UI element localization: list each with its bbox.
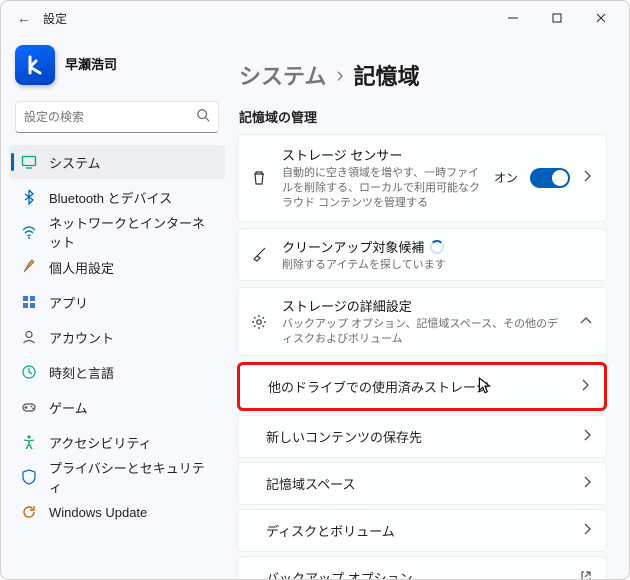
chevron-right-icon <box>582 523 592 538</box>
advanced-storage-expander[interactable]: ストレージの詳細設定 バックアップ オプション、記憶域スペース、その他のディスク… <box>237 287 607 356</box>
subitem-save-locations[interactable]: 新しいコンテンツの保存先 <box>237 415 607 458</box>
sidebar-item-accounts[interactable]: アカウント <box>9 320 225 354</box>
gaming-icon <box>21 399 37 415</box>
sidebar-item-label: アプリ <box>49 293 88 312</box>
breadcrumb-parent[interactable]: システム <box>239 59 326 91</box>
sidebar-item-label: ネットワークとインターネット <box>49 213 215 251</box>
back-button[interactable]: ← <box>17 10 31 26</box>
chevron-right-icon <box>582 169 592 187</box>
sidebar-item-label: Bluetooth とデバイス <box>49 188 172 207</box>
close-button[interactable] <box>579 3 623 33</box>
cleanup-card[interactable]: クリーンアップ対象候補 削除するアイテムを探しています <box>237 228 607 282</box>
external-link-icon <box>580 570 592 579</box>
sidebar-item-label: ゲーム <box>49 398 88 417</box>
maximize-button[interactable] <box>535 3 579 33</box>
sidebar-item-network[interactable]: ネットワークとインターネット <box>9 215 225 249</box>
sidebar-item-time[interactable]: 時刻と言語 <box>9 355 225 389</box>
minimize-button[interactable] <box>491 3 535 33</box>
chevron-right-icon <box>582 476 592 491</box>
card-title: ストレージ センサー <box>282 145 480 164</box>
network-icon <box>21 224 37 240</box>
sidebar-item-gaming[interactable]: ゲーム <box>9 390 225 424</box>
subitem-other-drives[interactable]: 他のドライブでの使用済みストレージ <box>237 362 607 411</box>
search-input[interactable] <box>24 110 188 124</box>
sidebar-item-privacy[interactable]: プライバシーとセキュリティ <box>9 460 225 494</box>
subitem-label: 他のドライブでの使用済みストレージ <box>268 377 568 396</box>
breadcrumb: システム › 記憶域 <box>239 59 607 91</box>
time-icon <box>21 364 37 380</box>
advanced-sublist: 他のドライブでの使用済みストレージ新しいコンテンツの保存先記憶域スペースディスク… <box>237 362 607 579</box>
sidebar-item-label: 時刻と言語 <box>49 363 114 382</box>
sidebar-item-label: 個人用設定 <box>49 258 114 277</box>
storage-sense-toggle[interactable] <box>530 168 570 188</box>
update-icon <box>21 504 37 520</box>
subitem-label: ディスクとボリューム <box>266 521 570 540</box>
gear-icon <box>250 314 268 330</box>
a11y-icon <box>21 434 37 450</box>
main-panel: システム › 記憶域 記憶域の管理 ストレージ センサー 自動的に空き領域を増や… <box>229 35 629 579</box>
sidebar-item-personal[interactable]: 個人用設定 <box>9 250 225 284</box>
sidebar-item-label: システム <box>49 153 101 172</box>
chevron-up-icon <box>580 313 592 331</box>
card-title: クリーンアップ対象候補 <box>282 237 592 256</box>
search-icon <box>196 108 210 127</box>
system-icon <box>21 154 37 170</box>
user-profile[interactable]: 早瀬浩司 <box>9 39 225 95</box>
breadcrumb-current: 記憶域 <box>354 59 420 91</box>
user-name: 早瀬浩司 <box>65 58 117 73</box>
titlebar: ← 設定 <box>1 1 629 35</box>
sidebar-nav: システム Bluetooth とデバイスネットワークとインターネット個人用設定アプ… <box>9 145 225 529</box>
window-title: 設定 <box>43 10 67 27</box>
chevron-right-icon <box>580 379 590 394</box>
card-sub: バックアップ オプション、記憶域スペース、その他のディスクおよびボリューム <box>282 317 566 347</box>
loading-spinner-icon <box>430 240 444 254</box>
toggle-state-label: オン <box>494 169 518 186</box>
avatar-icon <box>15 45 55 85</box>
card-sub: 自動的に空き領域を増やす、一時ファイルを削除する、ローカルで利用可能なクラウド … <box>282 166 480 211</box>
sidebar-item-update[interactable]: Windows Update <box>9 495 225 529</box>
sidebar: 早瀬浩司 システム Bluetooth とデバイスネットワークとインターネット個人… <box>1 35 229 579</box>
sidebar-item-label: Windows Update <box>49 505 147 520</box>
sidebar-item-system[interactable]: システム <box>9 145 225 179</box>
subitem-disks-volumes[interactable]: ディスクとボリューム <box>237 509 607 552</box>
privacy-icon <box>21 469 37 485</box>
bt-icon <box>21 189 37 205</box>
sidebar-item-apps[interactable]: アプリ <box>9 285 225 319</box>
sidebar-item-label: アカウント <box>49 328 114 347</box>
personal-icon <box>21 259 37 275</box>
card-title: ストレージの詳細設定 <box>282 296 566 315</box>
search-box[interactable] <box>15 101 219 133</box>
subitem-label: バックアップ オプション <box>266 568 568 579</box>
sidebar-item-label: アクセシビリティ <box>49 433 152 452</box>
chevron-right-icon <box>582 429 592 444</box>
trash-icon <box>250 170 268 186</box>
subitem-backup-options[interactable]: バックアップ オプション <box>237 556 607 579</box>
subitem-label: 記憶域スペース <box>266 474 570 493</box>
card-sub: 削除するアイテムを探しています <box>282 258 592 273</box>
subitem-label: 新しいコンテンツの保存先 <box>266 427 570 446</box>
section-heading: 記憶域の管理 <box>239 107 607 126</box>
chevron-right-icon: › <box>336 62 343 88</box>
apps-icon <box>21 294 37 310</box>
sidebar-item-a11y[interactable]: アクセシビリティ <box>9 425 225 459</box>
accounts-icon <box>21 329 37 345</box>
subitem-storage-spaces[interactable]: 記憶域スペース <box>237 462 607 505</box>
broom-icon <box>250 246 268 262</box>
storage-sense-card[interactable]: ストレージ センサー 自動的に空き領域を増やす、一時ファイルを削除する、ローカル… <box>237 134 607 222</box>
sidebar-item-bt[interactable]: Bluetooth とデバイス <box>9 180 225 214</box>
sidebar-item-label: プライバシーとセキュリティ <box>49 458 215 496</box>
